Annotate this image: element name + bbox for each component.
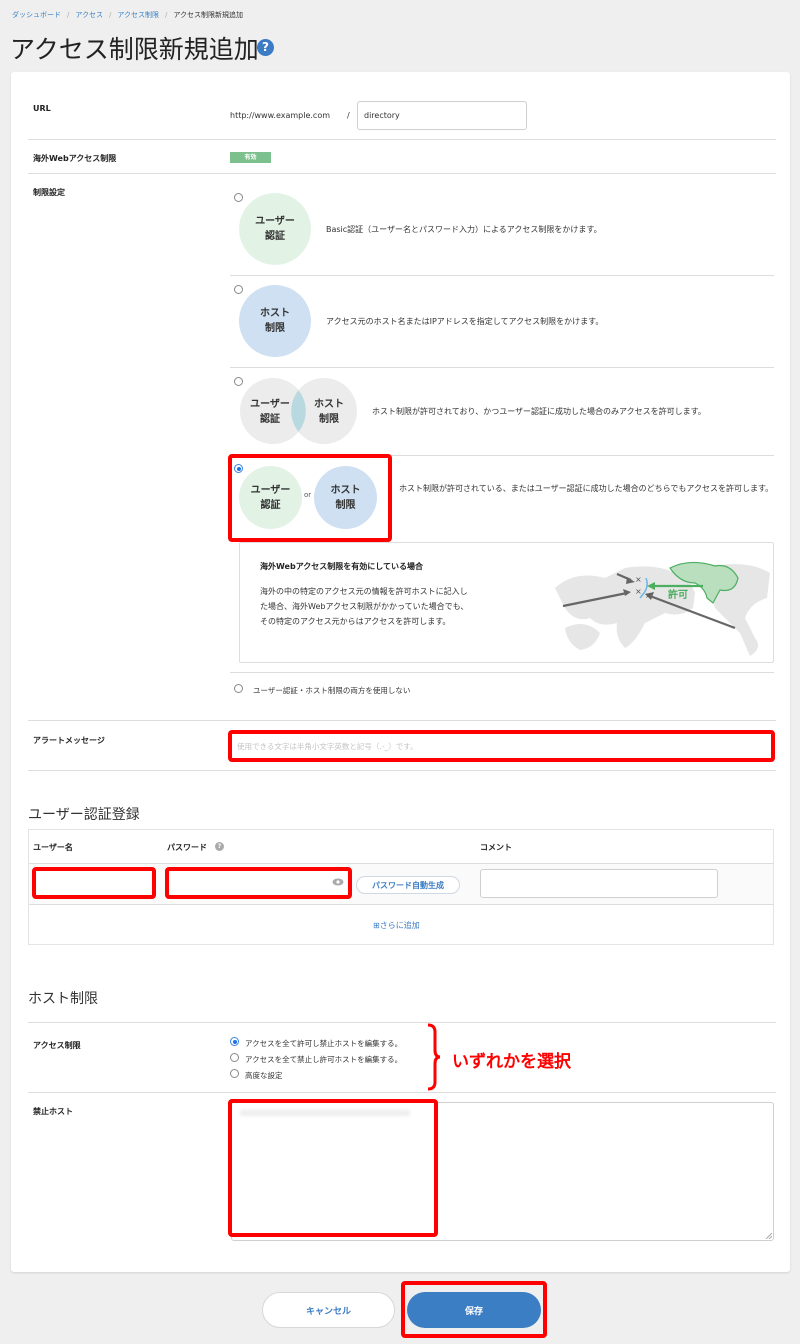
info-body: 海外の中の特定のアクセス元の情報を許可ホストに記入した場合、海外Webアクセス制… xyxy=(260,587,469,627)
option-allow-all-label: アクセスを全て許可し禁止ホストを編集する。 xyxy=(245,1039,403,1048)
world-map-icon: × × × xyxy=(555,561,770,656)
directory-input[interactable]: directory xyxy=(357,101,527,130)
highlight-box xyxy=(228,1099,438,1237)
option-advanced-label: 高度な設定 xyxy=(245,1071,283,1080)
radio-none[interactable] xyxy=(234,684,243,693)
divider xyxy=(230,367,774,368)
host-restriction-section-title: ホスト制限 xyxy=(28,991,98,1007)
user-auth-section-title: ユーザー認証登録 xyxy=(28,807,140,823)
column-header-comment: コメント xyxy=(480,843,512,852)
radio-host-restriction[interactable] xyxy=(234,285,243,294)
divider xyxy=(28,1092,776,1093)
access-restriction-label: アクセス制限 xyxy=(33,1041,81,1050)
breadcrumb-dashboard[interactable]: ダッシュボード xyxy=(12,11,61,19)
divider xyxy=(230,275,774,276)
highlight-box xyxy=(228,454,392,542)
divider xyxy=(28,139,776,140)
url-separator: / xyxy=(347,111,350,120)
directory-value: directory xyxy=(364,111,400,120)
breadcrumb-separator: / xyxy=(109,11,112,19)
brace-annotation-icon xyxy=(427,1023,441,1091)
breadcrumb: ダッシュボード / アクセス / アクセス制限 / アクセス制限新規追加 xyxy=(12,10,243,20)
cancel-button[interactable]: キャンセル xyxy=(262,1292,395,1328)
restriction-label: 制限設定 xyxy=(33,188,65,197)
option-description: アクセス元のホスト名またはIPアドレスを指定してアクセス制限をかけます。 xyxy=(326,317,604,326)
breadcrumb-access-restriction[interactable]: アクセス制限 xyxy=(117,11,159,19)
option-description: Basic認証（ユーザー名とパスワード入力）によるアクセス制限をかけます。 xyxy=(326,225,602,234)
highlight-box xyxy=(165,867,352,899)
divider xyxy=(28,720,776,721)
url-domain: http://www.example.com xyxy=(230,111,331,120)
breadcrumb-access[interactable]: アクセス xyxy=(75,11,103,19)
host-restriction-label: ホスト 制限 xyxy=(314,399,344,425)
breadcrumb-separator: / xyxy=(165,11,168,19)
column-header-password: パスワード xyxy=(167,843,207,852)
divider xyxy=(230,672,774,673)
status-badge: 有効 xyxy=(230,152,271,163)
radio-user-auth[interactable] xyxy=(234,193,243,202)
page-title: アクセス制限新規追加 xyxy=(10,35,259,64)
alert-label: アラートメッセージ xyxy=(33,736,105,745)
host-restriction-circle: ホスト 制限 xyxy=(239,285,311,357)
info-title: 海外Webアクセス制限を有効にしている場合 xyxy=(260,562,424,571)
column-header-username: ユーザー名 xyxy=(33,843,73,852)
divider xyxy=(28,1022,776,1023)
highlight-box xyxy=(401,1281,547,1338)
user-auth-label: ユーザー 認証 xyxy=(250,399,290,425)
allow-label: 許可 xyxy=(668,590,688,601)
highlight-box xyxy=(228,730,775,762)
divider xyxy=(29,904,773,905)
overseas-label: 海外Webアクセス制限 xyxy=(33,154,117,163)
highlight-box xyxy=(32,867,156,899)
user-auth-circle: ユーザー 認証 xyxy=(239,193,311,265)
url-label: URL xyxy=(33,104,51,113)
svg-text:×: × xyxy=(645,591,652,600)
blocked-hosts-label: 禁止ホスト xyxy=(33,1107,73,1116)
resize-handle-icon[interactable] xyxy=(765,1232,772,1239)
add-more-link[interactable]: ⊞さらに追加 xyxy=(373,920,420,931)
radio-allow-all[interactable] xyxy=(230,1037,239,1046)
password-help-icon[interactable]: ? xyxy=(215,842,224,851)
comment-input[interactable] xyxy=(480,869,718,898)
svg-text:×: × xyxy=(635,587,642,596)
generate-password-button[interactable]: パスワード自動生成 xyxy=(356,876,460,894)
svg-text:×: × xyxy=(635,575,642,584)
radio-advanced[interactable] xyxy=(230,1069,239,1078)
option-none-label: ユーザー認証・ホスト制限の両方を使用しない xyxy=(253,686,411,695)
option-deny-all-label: アクセスを全て禁止し許可ホストを編集する。 xyxy=(245,1055,403,1064)
option-description: ホスト制限が許可されており、かつユーザー認証に成功した場合のみアクセスを許可しま… xyxy=(372,407,706,416)
radio-deny-all[interactable] xyxy=(230,1053,239,1062)
breadcrumb-separator: / xyxy=(67,11,70,19)
option-description: ホスト制限が許可されている、またはユーザー認証に成功した場合のどちらでもアクセス… xyxy=(399,484,774,493)
divider xyxy=(28,173,776,174)
breadcrumb-current: アクセス制限新規追加 xyxy=(173,11,244,19)
divider xyxy=(28,770,776,771)
help-icon[interactable]: ? xyxy=(257,39,274,56)
annotation-choose-one: いずれかを選択 xyxy=(452,1052,571,1072)
